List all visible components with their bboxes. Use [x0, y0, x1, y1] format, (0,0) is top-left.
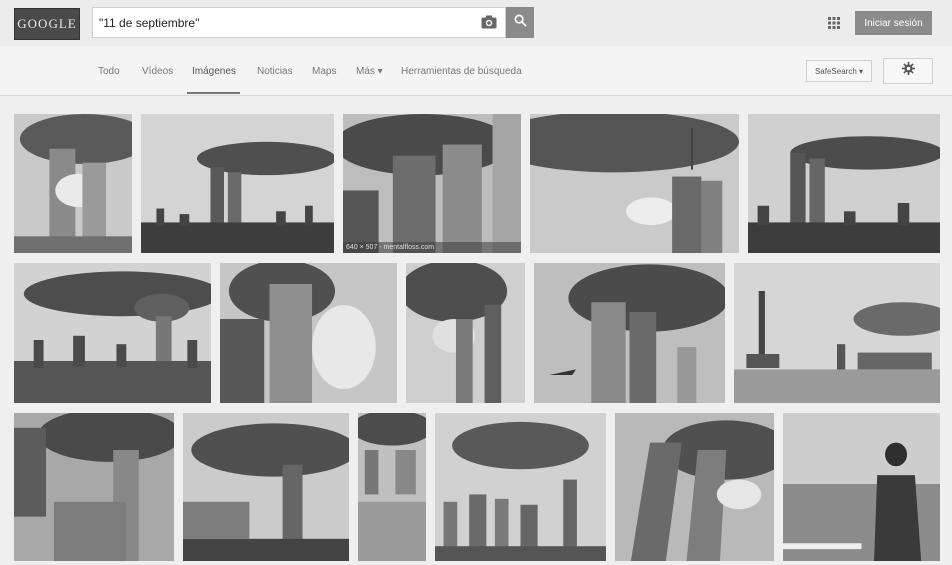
- image-results-grid: 640 × 507 - mentalfloss.com: [0, 96, 952, 565]
- signin-button[interactable]: Iniciar sesión: [855, 11, 932, 35]
- top-bar: GOOGLE Iniciar sesión: [0, 0, 952, 46]
- search-box: [92, 7, 506, 38]
- image-result[interactable]: 640 × 507 - mentalfloss.com: [343, 114, 521, 253]
- safesearch-dropdown[interactable]: SafeSearch ▾: [806, 60, 872, 82]
- camera-icon[interactable]: [481, 15, 497, 29]
- search-input[interactable]: [99, 8, 469, 37]
- image-result[interactable]: [783, 413, 940, 561]
- image-result[interactable]: [183, 413, 349, 561]
- image-caption: 640 × 507 - mentalfloss.com: [343, 242, 521, 253]
- image-result[interactable]: [141, 114, 334, 253]
- image-result[interactable]: [14, 263, 211, 403]
- tab-videos[interactable]: Vídeos: [142, 66, 173, 77]
- tab-maps[interactable]: Maps: [312, 66, 336, 77]
- image-result[interactable]: [734, 263, 940, 403]
- image-result[interactable]: [358, 413, 426, 561]
- image-result[interactable]: [534, 263, 725, 403]
- image-result[interactable]: [435, 413, 606, 561]
- gear-icon: [901, 62, 915, 80]
- image-result[interactable]: [530, 114, 739, 253]
- tab-todo[interactable]: Todo: [98, 66, 120, 77]
- image-result[interactable]: [14, 114, 132, 253]
- google-logo[interactable]: GOOGLE: [14, 8, 80, 40]
- image-result[interactable]: [14, 413, 174, 561]
- image-result[interactable]: [615, 413, 774, 561]
- image-result[interactable]: [406, 263, 525, 403]
- apps-grid-icon[interactable]: [828, 16, 840, 29]
- active-tab-indicator: [187, 92, 240, 94]
- settings-button[interactable]: [883, 58, 933, 84]
- tab-mas[interactable]: Más ▾: [356, 66, 383, 77]
- search-button[interactable]: [506, 7, 534, 38]
- image-result[interactable]: [748, 114, 940, 253]
- image-result[interactable]: [220, 263, 397, 403]
- search-icon: [514, 14, 527, 32]
- search-tabs-bar: Todo Vídeos Imágenes Noticias Maps Más ▾…: [0, 46, 952, 96]
- tab-noticias[interactable]: Noticias: [257, 66, 293, 77]
- tab-imagenes[interactable]: Imágenes: [192, 66, 236, 77]
- tab-herramientas[interactable]: Herramientas de búsqueda: [401, 66, 522, 77]
